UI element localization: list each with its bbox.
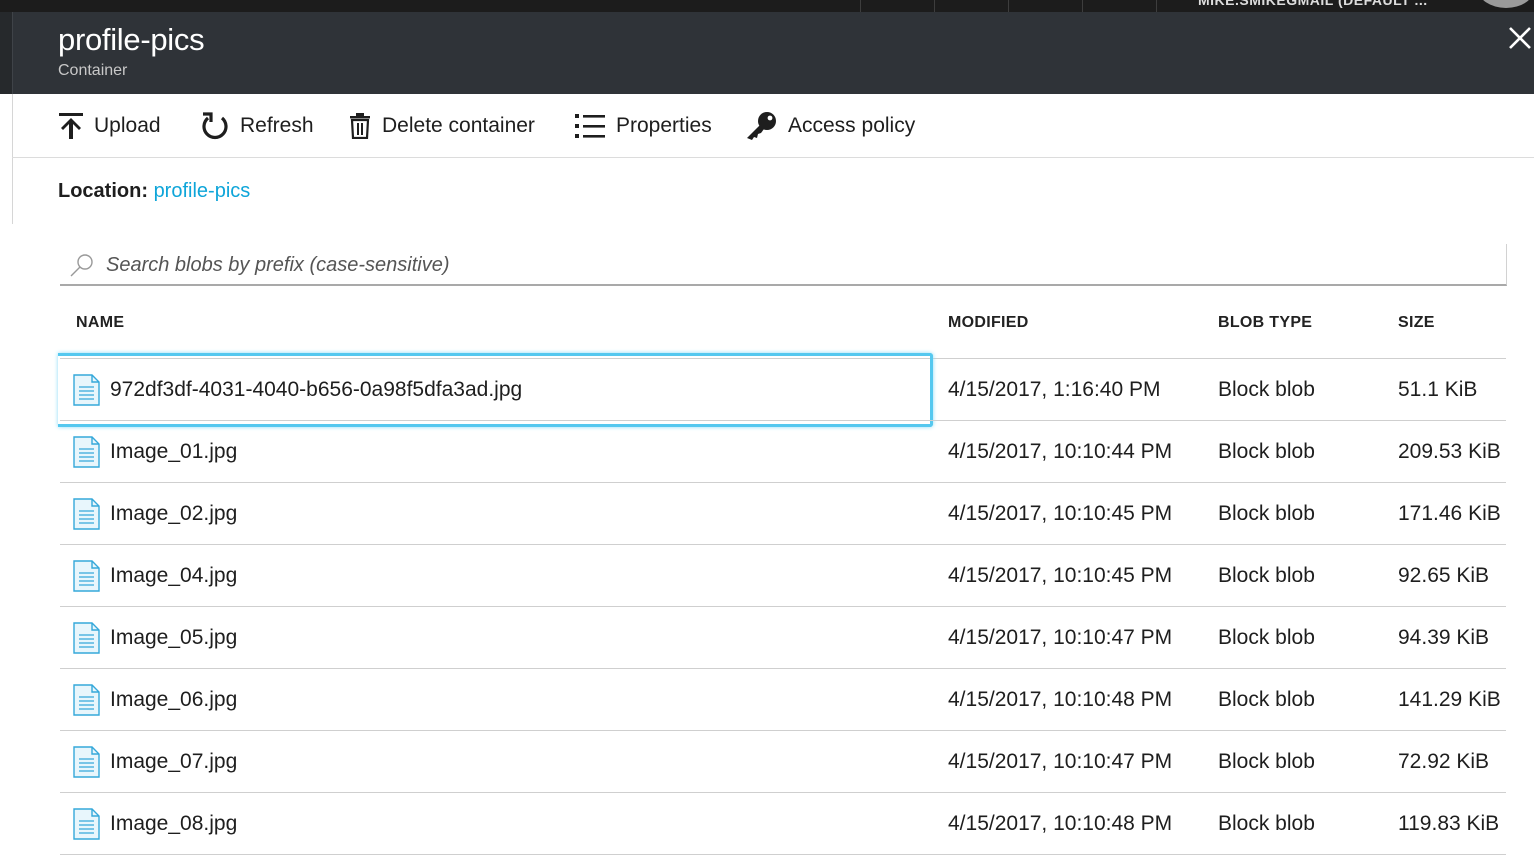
search-icon bbox=[70, 254, 93, 277]
blob-size: 51.1 KiB bbox=[1398, 378, 1478, 401]
table-row[interactable]: Image_01.jpg 4/15/2017, 10:10:44 PM Block … bbox=[60, 420, 1506, 482]
column-header-size[interactable]: SIZE bbox=[1398, 314, 1435, 332]
page-title: profile-pics bbox=[58, 22, 205, 57]
blob-modified: 4/15/2017, 10:10:47 PM bbox=[948, 750, 1173, 773]
blob-type: Block blob bbox=[1218, 564, 1315, 587]
upload-icon bbox=[59, 112, 83, 139]
delete-container-label: Delete container bbox=[382, 113, 535, 137]
blob-modified: 4/15/2017, 1:16:40 PM bbox=[948, 378, 1161, 401]
top-bar-divider bbox=[860, 0, 861, 12]
access-policy-label: Access policy bbox=[788, 113, 916, 137]
column-header-name[interactable]: NAME bbox=[76, 314, 124, 332]
top-bar-divider bbox=[1082, 0, 1083, 12]
column-header-modified[interactable]: MODIFIED bbox=[948, 314, 1029, 332]
blob-type: Block blob bbox=[1218, 688, 1315, 711]
blob-type: Block blob bbox=[1218, 440, 1315, 463]
trash-icon bbox=[350, 112, 370, 139]
avatar[interactable] bbox=[1478, 0, 1534, 8]
close-button[interactable] bbox=[1506, 24, 1534, 54]
blob-size: 92.65 KiB bbox=[1398, 564, 1490, 587]
close-icon bbox=[1509, 27, 1531, 49]
refresh-icon bbox=[202, 111, 228, 139]
blob-type: Block blob bbox=[1218, 378, 1315, 401]
top-bar-divider bbox=[1008, 0, 1009, 12]
file-icon bbox=[72, 746, 100, 783]
page-subtitle: Container bbox=[58, 62, 128, 79]
list-icon bbox=[575, 113, 605, 138]
blob-modified: 4/15/2017, 10:10:45 PM bbox=[948, 564, 1173, 587]
table-row[interactable]: Image_06.jpg 4/15/2017, 10:10:48 PM Block … bbox=[60, 668, 1506, 730]
file-icon bbox=[72, 684, 100, 721]
upload-label: Upload bbox=[94, 113, 161, 137]
table-row[interactable]: Image_08.jpg 4/15/2017, 10:10:48 PM Block … bbox=[60, 792, 1506, 855]
blob-size: 72.92 KiB bbox=[1398, 750, 1490, 773]
search-box bbox=[60, 244, 1507, 286]
blob-modified: 4/15/2017, 10:10:48 PM bbox=[948, 812, 1173, 835]
blob-size: 171.46 KiB bbox=[1398, 502, 1501, 525]
blob-name[interactable]: Image_07.jpg bbox=[110, 731, 237, 793]
blob-name[interactable]: 972df3df-4031-4040-b656-0a98f5dfa3ad.jpg bbox=[110, 359, 522, 421]
file-icon bbox=[72, 436, 100, 473]
delete-container-button[interactable]: Delete container bbox=[348, 94, 535, 157]
blob-table: 972df3df-4031-4040-b656-0a98f5dfa3ad.jpg… bbox=[58, 353, 1506, 855]
refresh-label: Refresh bbox=[240, 113, 314, 137]
access-policy-button[interactable]: Access policy bbox=[744, 94, 915, 157]
blob-modified: 4/15/2017, 10:10:47 PM bbox=[948, 626, 1173, 649]
table-row[interactable]: Image_04.jpg 4/15/2017, 10:10:45 PM Block … bbox=[60, 544, 1506, 606]
properties-button[interactable]: Properties bbox=[574, 94, 712, 157]
header-edge bbox=[0, 12, 13, 94]
location-label: Location: bbox=[58, 180, 148, 202]
table-row[interactable]: 972df3df-4031-4040-b656-0a98f5dfa3ad.jpg… bbox=[58, 353, 1506, 427]
table-row[interactable]: Image_07.jpg 4/15/2017, 10:10:47 PM Block … bbox=[60, 730, 1506, 792]
file-icon bbox=[72, 374, 100, 411]
blob-size: 141.29 KiB bbox=[1398, 688, 1501, 711]
account-name[interactable]: MIKE.SMIKEGMAIL (DEFAULT ... bbox=[1198, 0, 1428, 8]
location-breadcrumb: Location: profile-pics bbox=[58, 180, 250, 203]
file-icon bbox=[72, 808, 100, 845]
blob-modified: 4/15/2017, 10:10:44 PM bbox=[948, 440, 1173, 463]
file-icon bbox=[72, 560, 100, 597]
search-input[interactable] bbox=[104, 248, 1488, 282]
file-icon bbox=[72, 622, 100, 659]
blob-modified: 4/15/2017, 10:10:48 PM bbox=[948, 688, 1173, 711]
blob-size: 94.39 KiB bbox=[1398, 626, 1490, 649]
properties-label: Properties bbox=[616, 113, 712, 137]
blob-type: Block blob bbox=[1218, 502, 1315, 525]
refresh-button[interactable]: Refresh bbox=[200, 94, 314, 157]
key-icon bbox=[747, 111, 776, 140]
file-icon bbox=[72, 498, 100, 535]
upload-button[interactable]: Upload bbox=[58, 94, 161, 157]
blob-name[interactable]: Image_05.jpg bbox=[110, 607, 237, 669]
blade-header: profile-pics Container bbox=[0, 12, 1534, 94]
location-link[interactable]: profile-pics bbox=[154, 180, 251, 202]
blob-name[interactable]: Image_01.jpg bbox=[110, 421, 237, 483]
blob-type: Block blob bbox=[1218, 812, 1315, 835]
blob-type: Block blob bbox=[1218, 626, 1315, 649]
top-bar-divider bbox=[1156, 0, 1157, 12]
toolbar: Upload Refresh Delete container Properti… bbox=[12, 94, 1534, 158]
blob-name[interactable]: Image_02.jpg bbox=[110, 483, 237, 545]
blob-size: 209.53 KiB bbox=[1398, 440, 1501, 463]
blob-name[interactable]: Image_08.jpg bbox=[110, 793, 237, 855]
top-bar-divider bbox=[934, 0, 935, 12]
blob-name[interactable]: Image_06.jpg bbox=[110, 669, 237, 731]
column-header-blob-type[interactable]: BLOB TYPE bbox=[1218, 314, 1312, 332]
top-bar: MIKE.SMIKEGMAIL (DEFAULT ... bbox=[0, 0, 1534, 12]
blob-modified: 4/15/2017, 10:10:45 PM bbox=[948, 502, 1173, 525]
blob-size: 119.83 KiB bbox=[1398, 812, 1500, 835]
table-row[interactable]: Image_02.jpg 4/15/2017, 10:10:45 PM Block … bbox=[60, 482, 1506, 544]
blob-name[interactable]: Image_04.jpg bbox=[110, 545, 237, 607]
table-row[interactable]: Image_05.jpg 4/15/2017, 10:10:47 PM Block … bbox=[60, 606, 1506, 668]
blob-type: Block blob bbox=[1218, 750, 1315, 773]
